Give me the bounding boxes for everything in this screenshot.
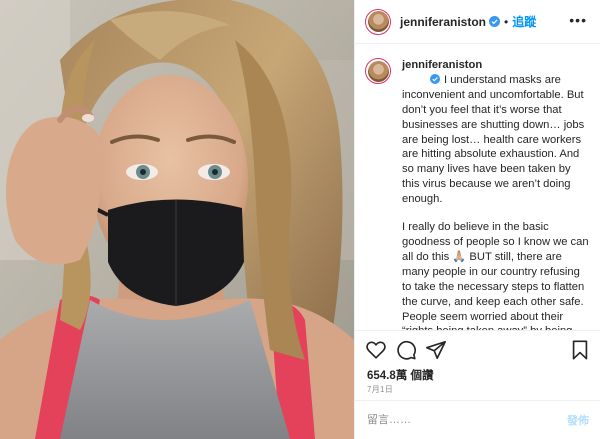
post-photo[interactable] xyxy=(0,0,354,439)
more-options-button[interactable]: ••• xyxy=(569,13,587,27)
caption-username[interactable]: jenniferaniston xyxy=(402,59,482,71)
post-comment-button[interactable]: 發佈 xyxy=(567,412,589,428)
instagram-post: jenniferaniston • 追蹤 ••• jenniferaniston… xyxy=(0,0,600,439)
share-icon[interactable] xyxy=(425,339,447,361)
heart-icon[interactable] xyxy=(365,339,387,361)
post-header: jenniferaniston • 追蹤 ••• xyxy=(355,0,600,44)
comment-icon[interactable] xyxy=(395,339,417,361)
action-bar: 654.8萬 個讚 7月1日 xyxy=(355,330,600,401)
caption-text: jenniferaniston I understand masks are i… xyxy=(402,58,589,330)
bookmark-icon[interactable] xyxy=(569,339,591,361)
avatar[interactable] xyxy=(365,8,391,35)
likes-count[interactable]: 654.8萬 個讚 xyxy=(367,367,433,383)
caption-avatar[interactable] xyxy=(365,58,391,84)
post-date[interactable]: 7月1日 xyxy=(367,384,393,395)
comment-box: 發佈 xyxy=(355,400,600,439)
post-side-panel: jenniferaniston • 追蹤 ••• jenniferaniston… xyxy=(354,0,600,439)
separator-dot: • xyxy=(504,14,509,29)
comment-input[interactable] xyxy=(367,414,567,426)
follow-button[interactable]: 追蹤 xyxy=(512,13,536,30)
verified-badge-icon xyxy=(489,16,501,27)
username-link[interactable]: jenniferaniston xyxy=(400,15,486,29)
caption-paragraph-2: I really do believe in the basic goodnes… xyxy=(402,221,589,330)
caption-verified-icon xyxy=(429,73,441,85)
caption-paragraph-1: I understand masks are inconvenient and … xyxy=(402,73,588,206)
selfie-image xyxy=(0,0,354,439)
caption: jenniferaniston I understand masks are i… xyxy=(355,45,600,330)
